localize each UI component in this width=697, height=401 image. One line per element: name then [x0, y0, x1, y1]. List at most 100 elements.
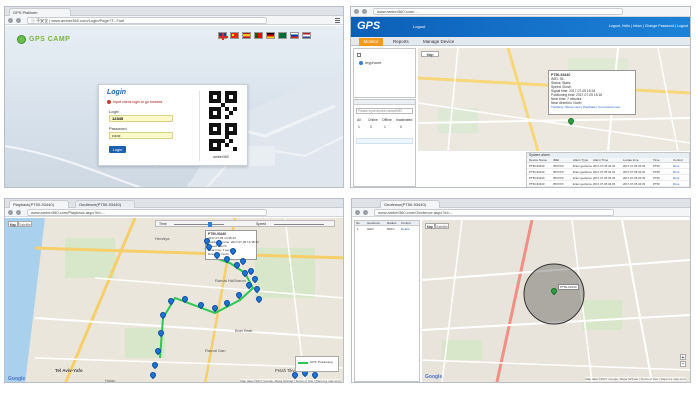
url-input[interactable]: Ⓘ 不安全 | www.amber360.com/Login/Page?T...… — [27, 17, 267, 24]
header-control: Control — [401, 221, 411, 225]
germany-flag-icon[interactable] — [266, 32, 275, 39]
browser-tab-bar: Playback(PT50-93440) Geofence(PT50-93440… — [5, 199, 343, 208]
table-cell: Enter geofence — [573, 182, 592, 186]
filter-online[interactable]: Online — [368, 118, 378, 122]
map-type-toggle[interactable]: Map — [421, 51, 439, 57]
filter-all[interactable]: All — [357, 118, 361, 122]
portugal-flag-icon[interactable] — [254, 32, 263, 39]
city-label-bnei-brak: Bnei Brak — [235, 328, 253, 333]
playback-map[interactable]: Map Satellite Time Speed Herzliya Ramat … — [5, 218, 343, 383]
zoom-in-button[interactable]: + — [680, 354, 686, 361]
alarm-header-cell: IMEI — [553, 158, 560, 162]
browser-address-bar: Ⓘ 不安全 | www.amber360.com/Login/Page?T...… — [5, 16, 343, 25]
alarm-header-cell: Control — [673, 158, 683, 162]
table-cell: PT50-93440 — [529, 170, 545, 174]
table-row[interactable]: PT50-93440 35XXXX Enter geofence 2017-07-05… — [527, 181, 689, 187]
russia-flag-icon[interactable] — [290, 32, 299, 39]
map-tab-map[interactable]: Map — [425, 223, 435, 229]
device-item[interactable]: myphone — [359, 60, 381, 65]
map-tab-satellite[interactable]: Satellite — [18, 221, 32, 227]
browser-address-bar: www.amber360.com/Geofence.aspx?id=... — [352, 208, 690, 217]
browser-tab-playback[interactable]: Playback(PT50-93440) — [9, 200, 69, 208]
logout-link[interactable]: Logout — [413, 24, 425, 29]
back-icon[interactable] — [8, 210, 13, 215]
header-no: No. — [356, 221, 361, 225]
monitor-map[interactable]: Map Petah Tikva PT50-93440 IMEI: 35... S… — [418, 48, 690, 151]
header-user-links[interactable]: Logout, Hello | Inbox | Change Password … — [609, 24, 688, 28]
url-input[interactable]: www.amber360.com/Geofence.aspx?id=... — [374, 209, 614, 216]
table-cell: PT50 — [653, 170, 660, 174]
google-logo: Google — [8, 376, 26, 382]
expand-icon[interactable] — [357, 53, 361, 57]
count-online: 0 — [370, 125, 372, 129]
cell-radius: 500m — [387, 227, 395, 231]
url-input[interactable]: www.amber360.com/Playback.aspx?id=... — [27, 209, 267, 216]
table-cell: 35XXXX — [553, 182, 564, 186]
speed-label: Speed — [256, 222, 267, 226]
qr-code-icon — [209, 91, 237, 119]
geofence-map-canvas — [422, 220, 690, 382]
brand-logo: GPS CAMP — [17, 35, 70, 44]
table-cell: 2017-07-05 04:33 — [593, 164, 616, 168]
city-label-ramat-hasharon: Ramat HaSharon — [215, 278, 246, 283]
table-cell: 35XXXX — [553, 176, 564, 180]
zoom-out-button[interactable]: − — [680, 361, 686, 367]
browser-tab-geofence[interactable]: Geofence(PT50-93440) — [380, 200, 440, 208]
device-row[interactable] — [356, 138, 413, 144]
globe-icon — [17, 35, 26, 44]
count-inactivated: 0 — [400, 125, 402, 129]
url-input[interactable]: www.amber360.com/... — [373, 8, 623, 15]
browser-tab-geofence[interactable]: Geofence(PT50-93440) — [75, 200, 135, 208]
table-cell: PT50-93440 — [529, 164, 545, 168]
google-logo: Google — [425, 374, 443, 380]
time-slider[interactable] — [174, 224, 224, 225]
browser-tab[interactable]: GPS Platform — [9, 8, 71, 16]
table-cell: 2017-07-05 04:33 — [593, 176, 616, 180]
password-input[interactable]: •••••• — [109, 132, 173, 139]
filter-offline[interactable]: Offline — [382, 118, 392, 122]
netherlands-flag-icon[interactable] — [302, 32, 311, 39]
geofence-map[interactable]: Map Satellite PT50-93440 + − Map data ©2… — [422, 220, 690, 382]
popup-actions[interactable]: Tracking | Street view | Playback | Comm… — [551, 105, 633, 109]
device-search-input[interactable]: Please input device name/IMEI — [356, 108, 413, 114]
more-link[interactable]: More — [673, 164, 679, 168]
spain-flag-icon[interactable] — [242, 32, 251, 39]
saudi-flag-icon[interactable] — [278, 32, 287, 39]
speed-slider[interactable] — [274, 224, 324, 225]
tab-manage-device[interactable]: Manage Device — [423, 39, 454, 44]
menu-icon[interactable] — [335, 18, 340, 23]
reload-icon[interactable] — [363, 210, 368, 215]
login-input[interactable]: 12345 — [109, 115, 173, 122]
device-tree-panel: myphone — [353, 48, 416, 98]
tab-reports[interactable]: Reports — [393, 39, 409, 44]
city-label-holon: Holon — [105, 378, 116, 383]
more-link[interactable]: More — [673, 170, 679, 174]
more-link[interactable]: More — [673, 176, 679, 180]
uk-flag-icon[interactable] — [218, 32, 228, 40]
back-icon[interactable] — [354, 9, 359, 14]
delete-link[interactable]: Delete — [401, 227, 410, 231]
tab-monitor[interactable]: Monitor — [359, 38, 383, 46]
panel-header — [354, 100, 415, 105]
back-icon[interactable] — [355, 210, 360, 215]
header-radius: Radius — [387, 221, 397, 225]
geofence-row[interactable]: 1 GEO 500m Delete — [355, 227, 419, 232]
screenshot-playback: Playback(PT50-93440) Geofence(PT50-93440… — [4, 198, 344, 383]
table-cell: 2017-07-05 04:33 — [623, 164, 646, 168]
alarm-header-cell: Alarm Time — [593, 158, 609, 162]
map-tab-satellite[interactable]: Satellite — [435, 223, 449, 229]
map-tab-map[interactable]: Map — [8, 221, 18, 227]
more-link[interactable]: More — [673, 182, 679, 186]
divider — [199, 91, 200, 161]
filter-inactivated[interactable]: Inactivated — [396, 118, 412, 122]
reload-icon[interactable] — [16, 18, 21, 23]
reload-icon[interactable] — [362, 9, 367, 14]
reload-icon[interactable] — [16, 210, 21, 215]
table-cell: Enter geofence — [573, 164, 592, 168]
china-flag-icon[interactable] — [230, 32, 239, 39]
time-slider-handle[interactable] — [208, 222, 212, 227]
login-button[interactable]: Login — [109, 146, 126, 153]
back-icon[interactable] — [8, 18, 13, 23]
login-title: Login — [107, 89, 127, 96]
qr-caption: amber360 — [213, 155, 229, 159]
